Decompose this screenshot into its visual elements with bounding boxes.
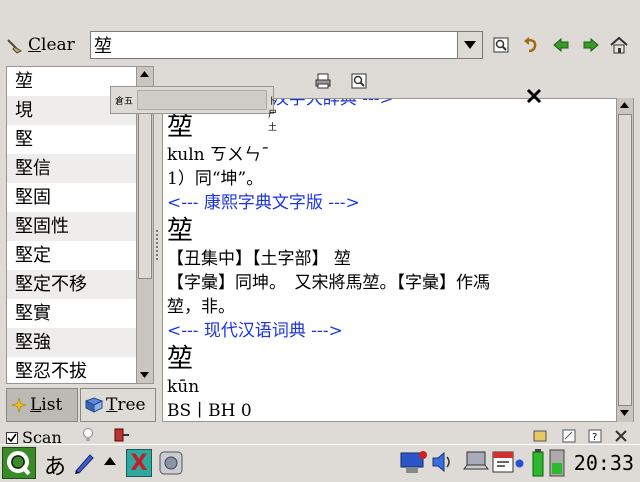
undo-button[interactable] <box>520 34 542 56</box>
kangxi-line-2: 【字彙】同坤。 又宋將馬堃。【字彙】作馮 <box>167 273 490 293</box>
scroll-up-icon[interactable] <box>620 102 629 108</box>
list-tab-label: ist <box>41 395 63 415</box>
pronounce-icon[interactable] <box>533 430 547 442</box>
clear-label: lear <box>41 35 75 55</box>
pronunciation-3: kūn <box>167 377 200 397</box>
list-item[interactable]: 堅固性 <box>7 212 153 241</box>
dropdown-button[interactable] <box>457 32 482 58</box>
x-cursor-icon <box>526 88 542 104</box>
laptop-icon[interactable] <box>462 449 490 475</box>
tab-list[interactable]: List <box>6 388 78 422</box>
dict-manage-icon[interactable] <box>562 429 576 443</box>
list-item[interactable]: 堅定不移 <box>7 270 153 299</box>
list-item[interactable]: 堅信 <box>7 154 153 183</box>
list-item[interactable]: 堅定 <box>7 241 153 270</box>
broom-icon <box>7 39 22 54</box>
headword-1: 堃 <box>167 112 194 142</box>
code-3: BS丨BH 0 <box>167 401 252 421</box>
svg-text:?: ? <box>592 432 597 443</box>
list-scrollbar[interactable] <box>136 67 153 383</box>
taskbar: あ X 20:33 <box>0 444 640 480</box>
pen-icon[interactable] <box>72 451 96 475</box>
headword-2: 堃 <box>167 216 194 246</box>
undo-arrow-icon <box>524 37 537 53</box>
list-item[interactable]: 堅強 <box>7 328 153 357</box>
list-mnemonic: L <box>30 395 42 415</box>
tree-tab-label: ree <box>117 395 146 415</box>
sparkle-icon <box>11 397 27 413</box>
status-dot-icon[interactable] <box>515 459 524 468</box>
clear-button[interactable]: Clear <box>6 31 86 59</box>
network-icon[interactable] <box>400 447 428 477</box>
help-icon[interactable]: ? <box>588 429 602 443</box>
checkbox-icon[interactable] <box>6 431 18 444</box>
arrow-right-icon <box>583 37 599 53</box>
preferences-icon[interactable] <box>614 429 628 443</box>
print-button[interactable] <box>314 72 332 94</box>
dict-header-3: <--- 现代汉语词典 ---> <box>167 321 343 341</box>
ime-indicator[interactable]: あ <box>44 449 66 481</box>
tab-tree[interactable]: Tree <box>80 388 156 422</box>
storage-icon[interactable] <box>549 449 565 477</box>
back-button[interactable] <box>550 34 572 56</box>
q-logo-icon <box>7 451 31 476</box>
list-item[interactable]: 堅忍不拔 <box>7 357 153 383</box>
definition-1: 1）同“坤”。 <box>167 169 264 189</box>
home-button[interactable] <box>608 34 630 56</box>
scroll-down-icon[interactable] <box>620 410 629 416</box>
find-icon <box>493 37 509 53</box>
speaker-icon[interactable] <box>430 449 456 475</box>
list-item[interactable]: 堅實 <box>7 299 153 328</box>
quit-icon[interactable] <box>114 428 130 442</box>
battery-icon[interactable] <box>531 449 545 477</box>
triangle-up-icon[interactable] <box>104 457 116 465</box>
toolbar: Clear <box>0 28 640 64</box>
calendar-icon[interactable] <box>492 449 514 475</box>
find-button[interactable] <box>490 34 512 56</box>
list-item[interactable]: 堅固 <box>7 183 153 212</box>
book-icon <box>85 397 103 413</box>
pronunciation-1: kuln ㄎㄨㄣ¯ <box>167 145 270 165</box>
triangle-down-icon <box>464 41 476 49</box>
list-item[interactable]: 堅 <box>7 125 153 154</box>
forward-button[interactable] <box>580 34 602 56</box>
printer-icon <box>315 73 331 89</box>
ime-preedit-field[interactable] <box>137 90 267 110</box>
x-app-icon[interactable]: X <box>126 449 152 477</box>
content-scrollbar[interactable] <box>616 98 633 422</box>
arrow-left-icon <box>553 37 569 53</box>
find-in-text-button[interactable] <box>350 72 368 94</box>
start-button[interactable] <box>2 447 36 479</box>
tab-bar: List Tree <box>6 388 156 422</box>
pane-splitter[interactable] <box>156 230 160 260</box>
find-icon <box>351 73 367 89</box>
ime-input-bar[interactable]: 倉五 卜尸土 <box>110 86 277 133</box>
tree-mnemonic: T <box>106 395 118 415</box>
list-scroll-thumb[interactable] <box>138 95 152 279</box>
content-scroll-thumb[interactable] <box>618 114 632 406</box>
home-icon <box>610 36 628 54</box>
ime-radicals-label: 卜尸土 <box>268 97 278 133</box>
definition-view[interactable]: <--- 国际标准汉字大辞典 ---> 堃 kuln ㄎㄨㄣ¯ 1）同“坤”。 … <box>162 98 634 422</box>
clear-mnemonic: C <box>28 35 42 55</box>
clock[interactable]: 20:33 <box>574 451 634 475</box>
lightbulb-icon[interactable] <box>82 428 94 442</box>
scroll-down-icon[interactable] <box>140 372 149 378</box>
search-combobox[interactable] <box>90 31 483 59</box>
ime-mode-label: 倉五 <box>115 97 134 107</box>
kangxi-line-3: 堃，非。 <box>167 297 235 317</box>
disk-app-icon[interactable] <box>158 450 184 476</box>
status-bar: Scan ? <box>0 424 640 447</box>
kangxi-line-1: 【丑集中】【土字部】 堃 <box>167 249 351 269</box>
search-input[interactable] <box>91 33 457 57</box>
dict-header-2: <--- 康熙字典文字版 ---> <box>167 193 360 213</box>
scroll-up-icon[interactable] <box>140 71 149 77</box>
headword-3: 堃 <box>167 344 194 374</box>
